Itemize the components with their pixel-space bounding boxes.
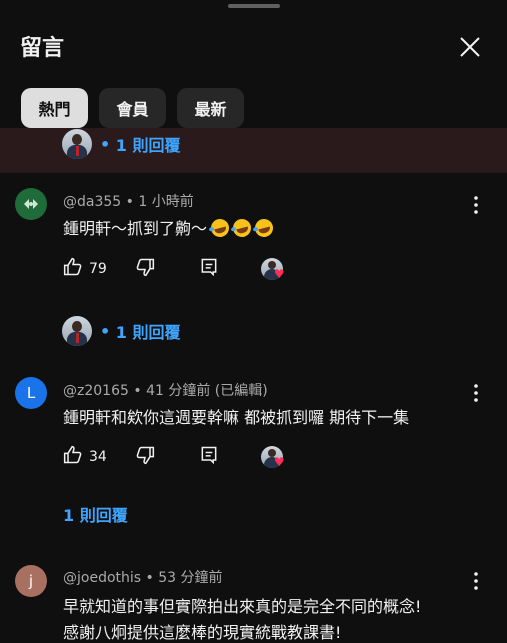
avatar-letter: j: [28, 572, 34, 590]
comment-text-line: 感謝八炯提供這麼棒的現實統戰教課書!: [63, 623, 342, 642]
reply-count-link: 1 則回覆: [115, 323, 181, 342]
more-vertical-icon: [474, 196, 478, 214]
avatar[interactable]: [15, 188, 47, 220]
like-button[interactable]: [63, 257, 83, 281]
comment-more-button[interactable]: [466, 383, 486, 403]
comment-author[interactable]: @z20165: [63, 383, 129, 399]
like-button[interactable]: [63, 445, 83, 469]
comment-author[interactable]: @da355: [63, 194, 121, 210]
replier-avatar: [62, 129, 92, 159]
thumbs-up-icon: [63, 257, 82, 276]
reply-count-link: 1 則回覆: [115, 136, 181, 155]
rofl-emoji-icon: [208, 216, 232, 240]
comment-time: 41 分鐘前 (已編輯): [146, 383, 268, 399]
view-replies-button[interactable]: 1 則回覆: [63, 502, 128, 526]
rofl-emoji-icon: [252, 216, 276, 240]
reply-button[interactable]: [199, 257, 219, 281]
comment-text: 鍾明軒～抓到了齁～: [63, 219, 208, 238]
creator-heart-badge: ♥: [260, 446, 285, 469]
view-replies-button[interactable]: • 1 則回覆: [62, 128, 181, 160]
avatar-letter: L: [26, 384, 36, 402]
comment-time: 53 分鐘前: [158, 570, 223, 586]
more-vertical-icon: [474, 384, 478, 402]
sheet-drag-handle[interactable]: [228, 4, 280, 8]
close-icon: [460, 37, 480, 57]
thumbs-down-icon: [136, 258, 154, 277]
reply-comment-icon: [201, 258, 217, 277]
thumbs-down-icon: [136, 446, 154, 465]
reply-button[interactable]: [199, 445, 219, 469]
heart-icon: ♥: [273, 267, 285, 281]
comment-more-button[interactable]: [466, 195, 486, 215]
view-replies-button[interactable]: • 1 則回覆: [62, 315, 181, 347]
creator-heart-badge: ♥: [260, 258, 285, 281]
dislike-button[interactable]: [135, 445, 155, 469]
comment-author[interactable]: @joedothis: [63, 570, 141, 586]
thumbs-up-icon: [63, 445, 82, 464]
comment-more-button[interactable]: [466, 571, 486, 591]
like-count: 79: [89, 261, 107, 277]
clock-face-icon: [16, 189, 46, 219]
heart-icon: ♥: [273, 455, 285, 469]
reply-count-link: 1 則回覆: [63, 506, 128, 525]
reply-comment-icon: [201, 446, 217, 465]
rofl-emoji-icon: [230, 216, 254, 240]
dislike-button[interactable]: [135, 257, 155, 281]
comment-text: 鍾明軒和欸你這週要幹嘛 都被抓到囉 期待下一集: [63, 408, 410, 427]
avatar[interactable]: L: [15, 377, 47, 409]
panel-title: 留言: [20, 36, 65, 61]
divider: [0, 172, 507, 173]
comment-text-line: 早就知道的事但實際拍出來真的是完全不同的概念!: [63, 597, 422, 616]
more-vertical-icon: [474, 572, 478, 590]
tab-members[interactable]: 會員: [99, 88, 166, 128]
avatar[interactable]: j: [15, 565, 47, 597]
replier-avatar: [62, 316, 92, 346]
close-button[interactable]: [452, 30, 488, 66]
tab-hot[interactable]: 熱門: [21, 88, 88, 128]
comment-time: 1 小時前: [138, 194, 194, 210]
like-count: 34: [89, 449, 107, 465]
tab-newest[interactable]: 最新: [177, 88, 244, 128]
